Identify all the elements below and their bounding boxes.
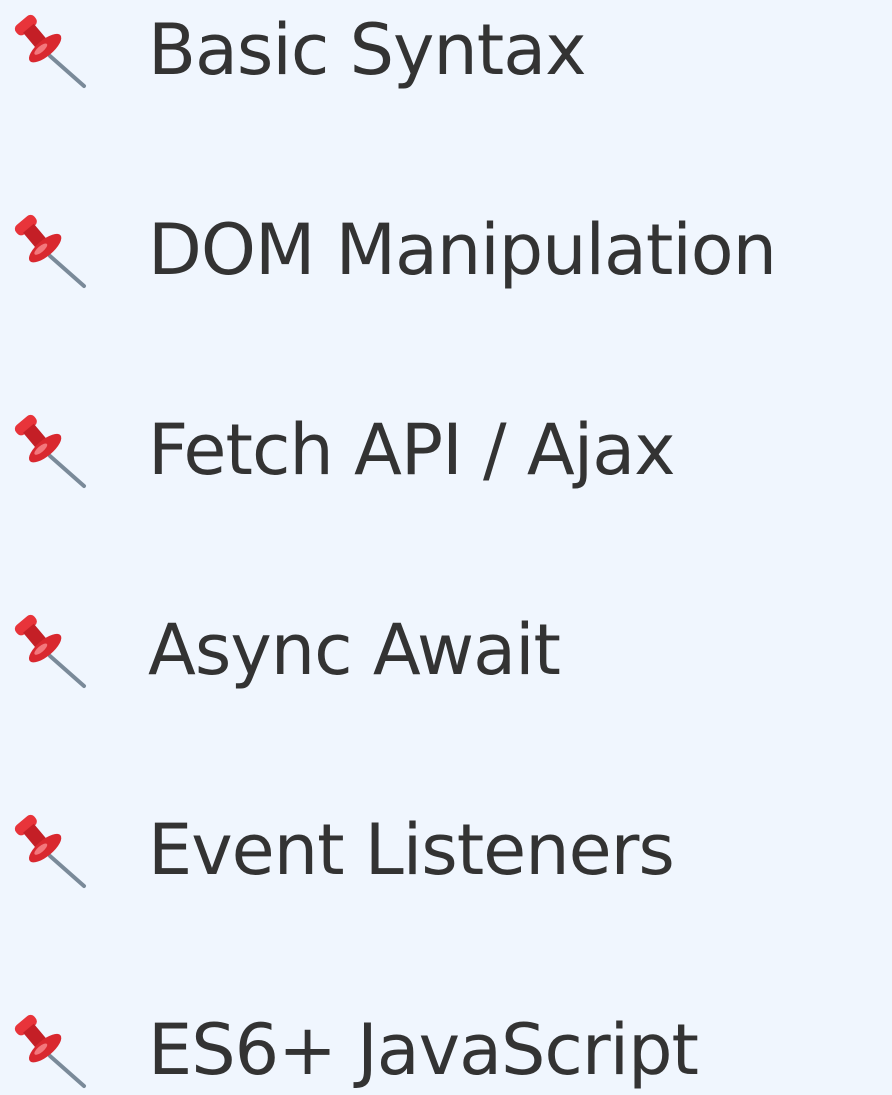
- pushpin-icon: [6, 208, 88, 290]
- list-item: Fetch API / Ajax: [0, 400, 892, 500]
- topic-list: Basic Syntax DOM Manipulation Fetch API …: [0, 0, 892, 1095]
- pushpin-icon: [6, 808, 88, 890]
- pushpin-icon: [6, 408, 88, 490]
- topic-label: Basic Syntax: [148, 9, 587, 91]
- pushpin-icon: [6, 8, 88, 90]
- topic-label: DOM Manipulation: [148, 209, 777, 291]
- list-item: DOM Manipulation: [0, 200, 892, 300]
- list-item: Async Await: [0, 600, 892, 700]
- list-item: Event Listeners: [0, 800, 892, 900]
- list-item: ES6+ JavaScript: [0, 1000, 892, 1095]
- pushpin-icon: [6, 608, 88, 690]
- topic-label: Async Await: [148, 609, 561, 691]
- list-item: Basic Syntax: [0, 0, 892, 100]
- topic-label: Fetch API / Ajax: [148, 409, 676, 491]
- topic-label: ES6+ JavaScript: [148, 1009, 699, 1091]
- topic-label: Event Listeners: [148, 809, 675, 891]
- pushpin-icon: [6, 1008, 88, 1090]
